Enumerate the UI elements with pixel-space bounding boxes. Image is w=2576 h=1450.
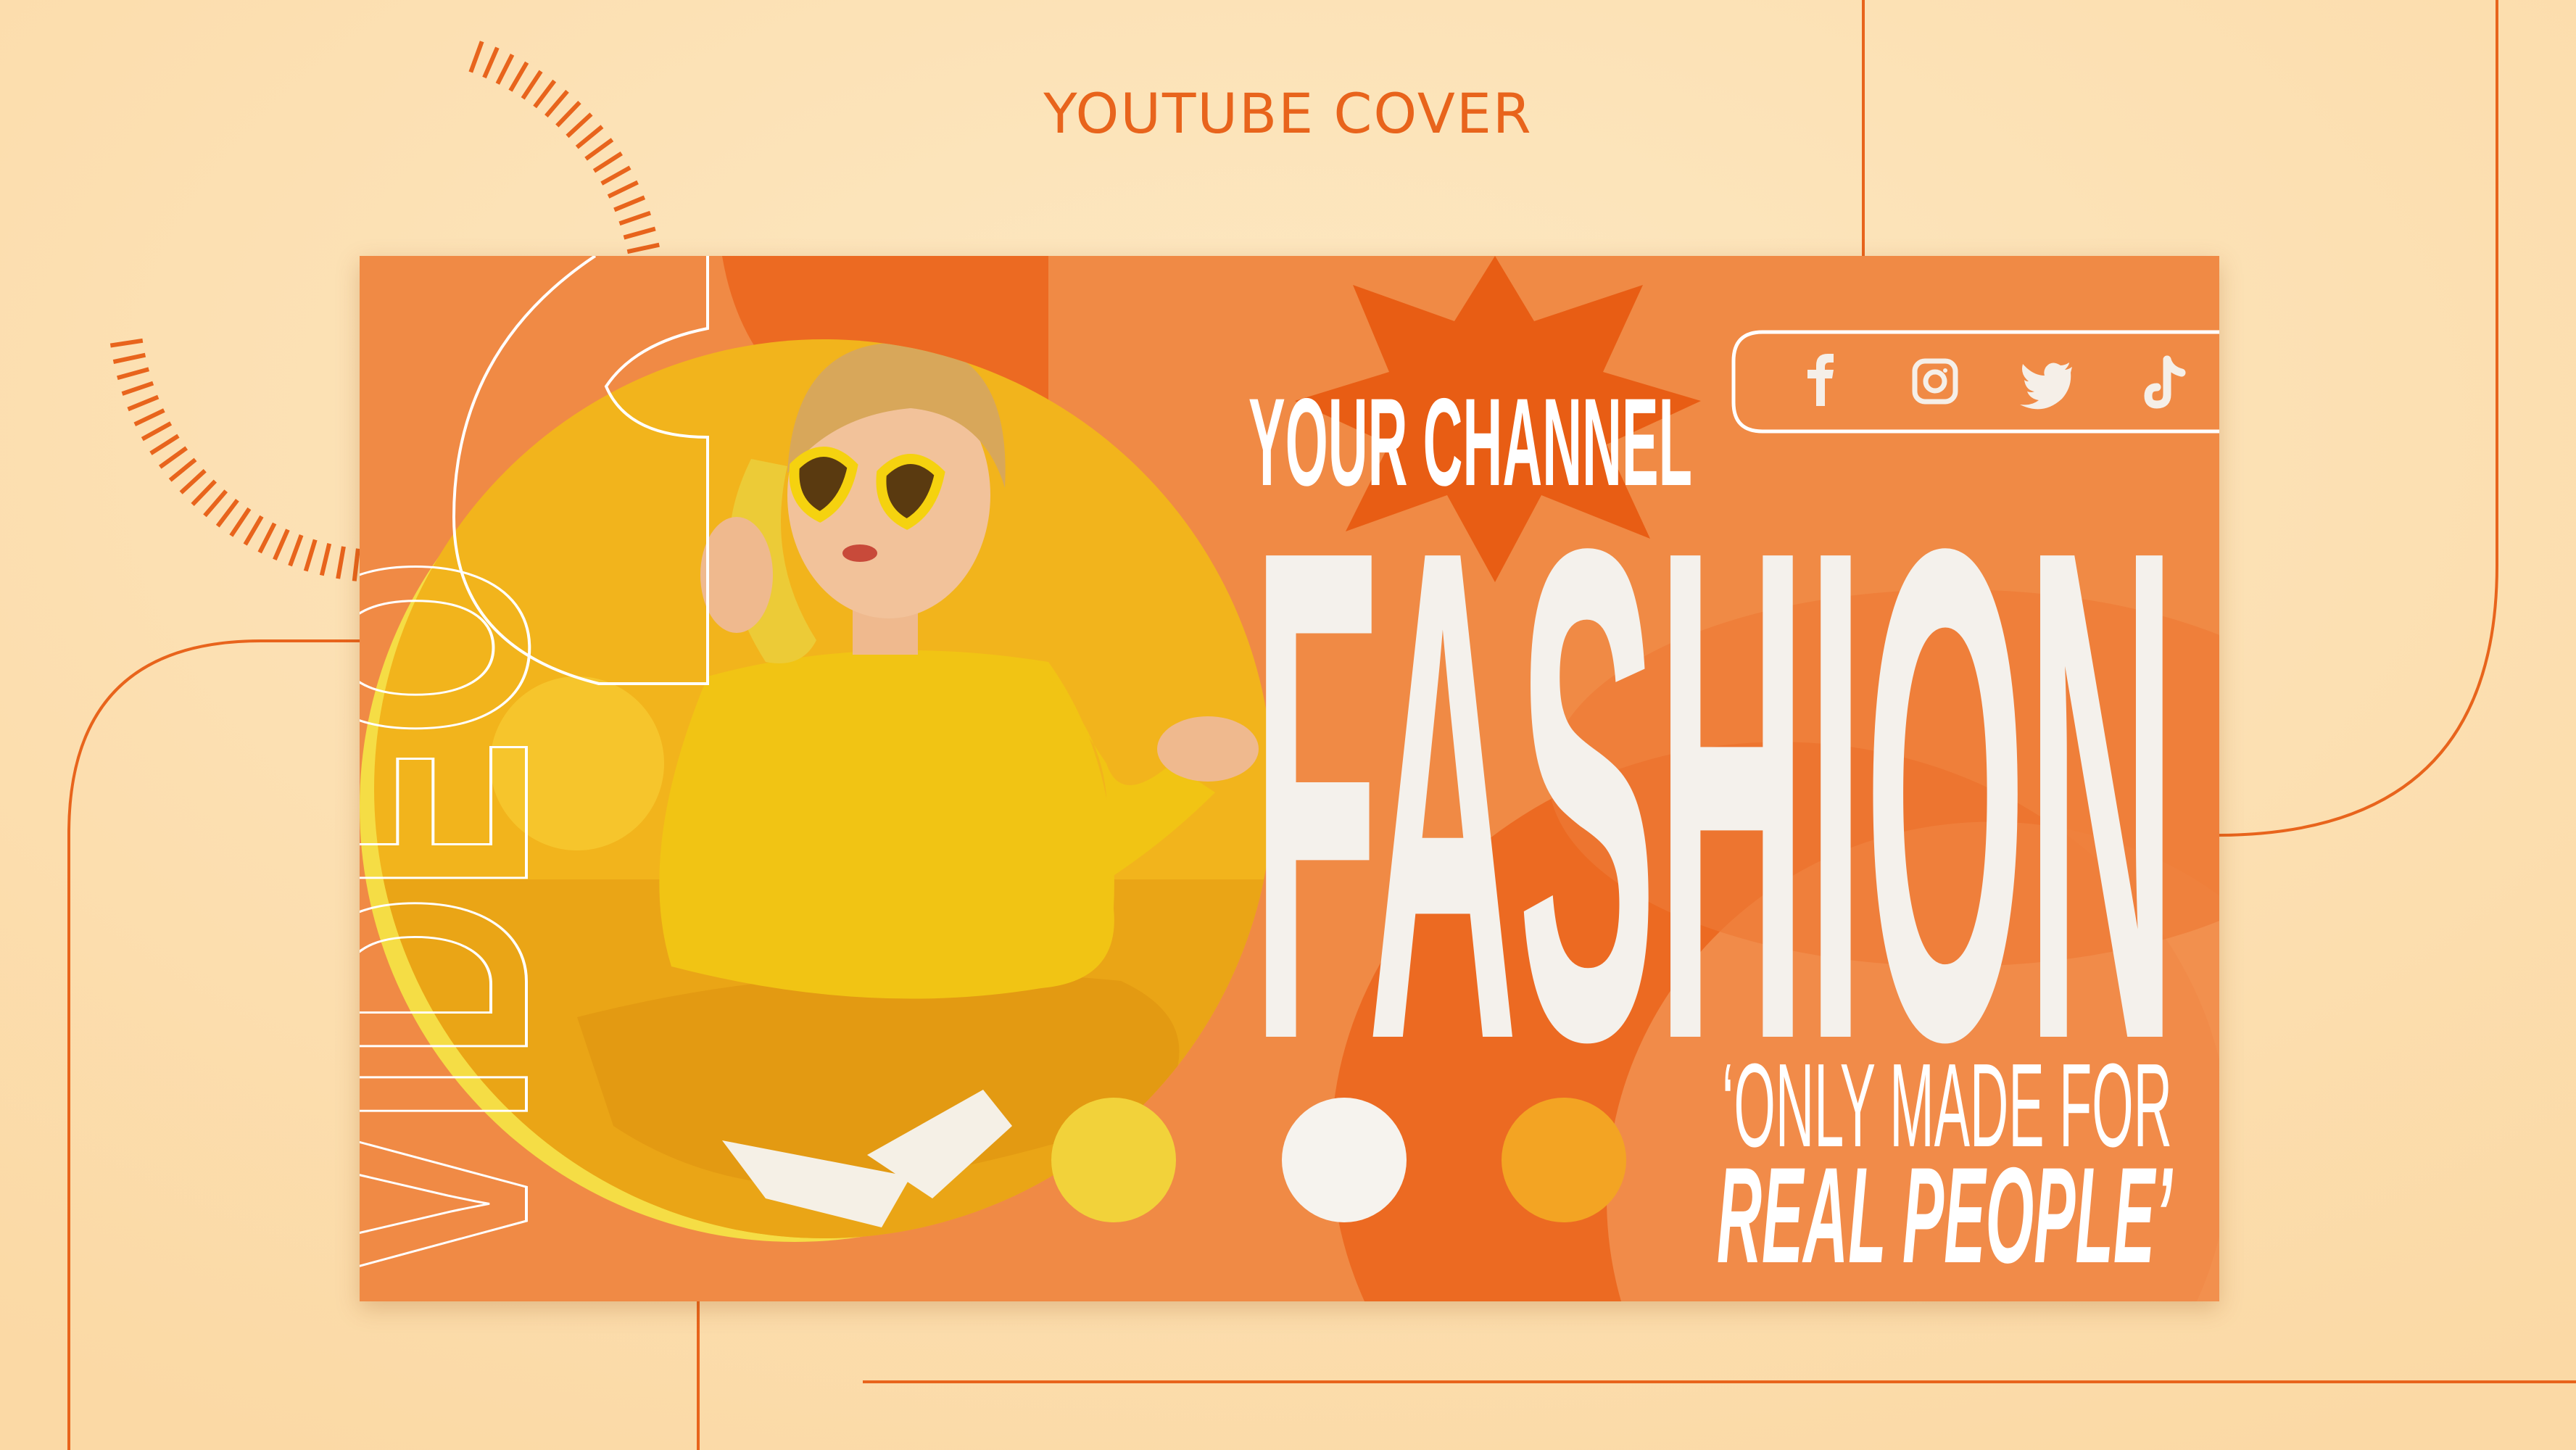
side-word-video: VIDEO — [360, 557, 595, 1282]
gold-dot — [1502, 1098, 1626, 1222]
page-title: YOUTUBE COVER — [1043, 81, 1533, 146]
youtube-cover-card: VIDEO YOUR CHANNEL FASHION ‘ONLY MADE FO… — [360, 256, 2219, 1301]
yellow-dot — [1051, 1098, 1176, 1222]
white-dot — [1282, 1098, 1407, 1222]
tagline-line2: REAL PEOPLE’ — [1717, 1139, 2173, 1291]
